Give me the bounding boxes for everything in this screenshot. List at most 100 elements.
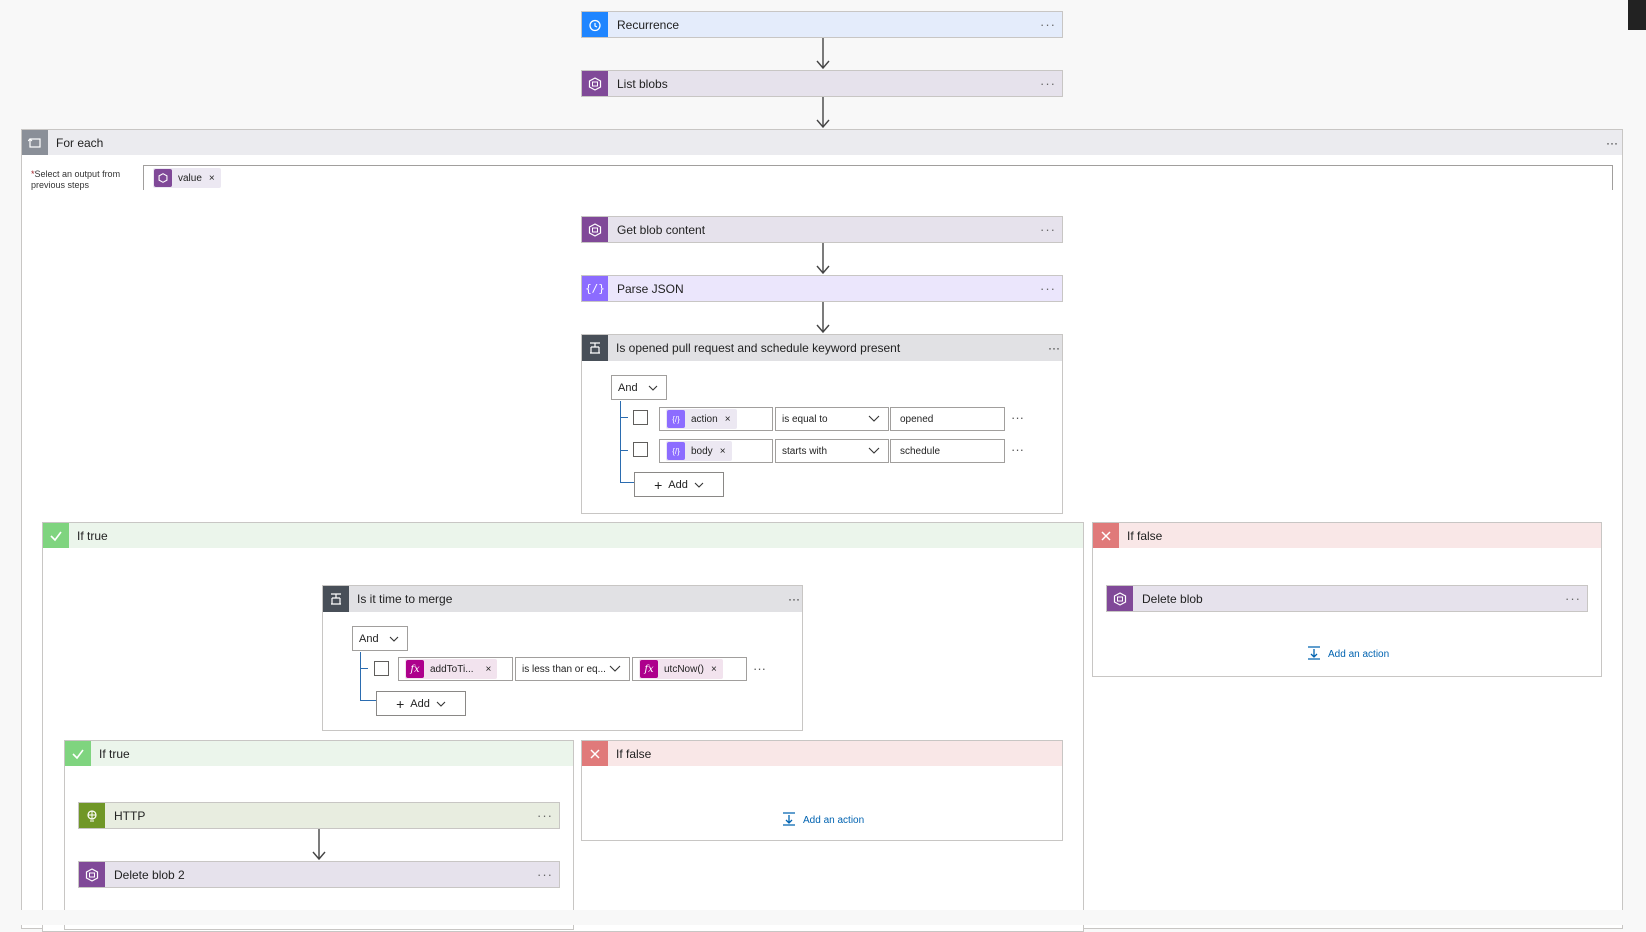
tree-branch <box>360 668 368 669</box>
chevron-down-icon <box>868 414 880 425</box>
utcnow-token[interactable]: fx utcNow() × <box>639 659 723 679</box>
step-title: HTTP <box>114 808 146 823</box>
more-options-icon[interactable]: ··· <box>788 592 800 606</box>
condition-header[interactable]: Is it time to merge ··· <box>323 586 802 612</box>
http-card[interactable]: HTTP ··· <box>78 802 560 829</box>
list-blobs-card[interactable]: List blobs ··· <box>581 70 1063 97</box>
foreach-header[interactable]: For each ··· <box>22 130 1622 155</box>
delete-blob-card[interactable]: Delete blob ··· <box>1106 585 1588 612</box>
condition-header[interactable]: Is opened pull request and schedule keyw… <box>582 335 1062 361</box>
step-title: Parse JSON <box>617 281 684 296</box>
add-action-icon <box>781 811 797 830</box>
add-row-button[interactable]: + Add <box>634 472 724 497</box>
remove-token-icon[interactable]: × <box>711 664 717 675</box>
condition-left-operand[interactable]: {/} action × <box>659 407 773 431</box>
if-false-header[interactable]: If false <box>1093 523 1601 548</box>
get-blob-content-card[interactable]: Get blob content ··· <box>581 216 1063 243</box>
branch-label: If false <box>616 746 652 761</box>
value-token[interactable]: value × <box>153 168 221 188</box>
add-action-link[interactable]: Add an action <box>781 811 864 830</box>
if-true-header[interactable]: If true <box>43 523 1083 548</box>
parse-json-card[interactable]: {/} Parse JSON ··· <box>581 275 1063 302</box>
body-token[interactable]: {/} body × <box>666 441 732 461</box>
condition-right-value[interactable]: schedule <box>890 439 1005 463</box>
tree-branch <box>360 700 376 701</box>
row-checkbox[interactable] <box>374 661 389 676</box>
braces-icon: {/} <box>667 442 685 460</box>
delete-blob-2-card[interactable]: Delete blob 2 ··· <box>78 861 560 888</box>
addtotime-token[interactable]: fx addToTi... × <box>405 659 498 679</box>
more-options-icon[interactable]: ··· <box>1034 222 1062 237</box>
add-action-link[interactable]: Add an action <box>1306 645 1389 664</box>
chevron-down-icon <box>609 664 621 675</box>
remove-token-icon[interactable]: × <box>725 414 731 425</box>
more-options-icon[interactable]: ··· <box>531 867 559 882</box>
condition-title: Is opened pull request and schedule keyw… <box>616 341 901 355</box>
token-label: addToTi... <box>430 663 474 675</box>
chevron-down-icon <box>868 446 880 457</box>
chevron-down-icon <box>436 698 446 710</box>
row-more-icon[interactable]: ··· <box>753 661 766 676</box>
braces-icon: {/} <box>667 410 685 428</box>
condition-icon <box>582 335 608 361</box>
condition-left-operand[interactable]: fx addToTi... × <box>398 657 513 681</box>
group-operator-dropdown[interactable]: And <box>611 375 667 400</box>
chevron-down-icon <box>648 382 658 394</box>
connector-arrow <box>816 302 830 334</box>
remove-token-icon[interactable]: × <box>209 173 215 184</box>
braces-icon: {/} <box>582 276 608 301</box>
chevron-down-icon <box>694 479 704 491</box>
fx-icon: fx <box>406 660 424 678</box>
row-more-icon[interactable]: ··· <box>1011 410 1024 425</box>
connector-arrow <box>312 829 326 861</box>
operator-value: is equal to <box>782 413 828 425</box>
more-options-icon[interactable]: ··· <box>1606 136 1618 150</box>
token-label: utcNow() <box>664 663 705 675</box>
cross-icon <box>1093 523 1119 548</box>
more-options-icon[interactable]: ··· <box>1034 17 1062 32</box>
condition-right-operand[interactable]: fx utcNow() × <box>632 657 747 681</box>
step-title: Delete blob 2 <box>114 867 185 882</box>
corner-widget[interactable] <box>1628 0 1646 30</box>
blob-storage-icon <box>582 71 608 96</box>
condition-right-value[interactable]: opened <box>890 407 1005 431</box>
tree-branch <box>620 482 634 483</box>
row-more-icon[interactable]: ··· <box>1011 442 1024 457</box>
value-text: schedule <box>900 445 941 457</box>
remove-token-icon[interactable]: × <box>720 446 726 457</box>
group-operator-dropdown[interactable]: And <box>352 626 408 651</box>
row-checkbox[interactable] <box>633 410 648 425</box>
row-checkbox[interactable] <box>633 442 648 457</box>
token-label: body <box>691 445 713 457</box>
step-title: Delete blob <box>1142 591 1203 606</box>
operator-dropdown[interactable]: is less than or eq... <box>515 657 630 681</box>
condition-left-operand[interactable]: {/} body × <box>659 439 773 463</box>
connector-arrow <box>816 38 830 70</box>
add-row-button[interactable]: + Add <box>376 691 466 716</box>
if-true-header[interactable]: If true <box>65 741 573 766</box>
branch-label: If true <box>99 746 130 761</box>
operator-dropdown[interactable]: starts with <box>775 439 889 463</box>
more-options-icon[interactable]: ··· <box>531 808 559 823</box>
more-options-icon[interactable]: ··· <box>1034 76 1062 91</box>
select-output-field[interactable]: value × <box>143 165 1613 190</box>
more-options-icon[interactable]: ··· <box>1048 341 1060 355</box>
tree-branch <box>620 417 628 418</box>
step-title: Recurrence <box>617 17 680 32</box>
more-options-icon[interactable]: ··· <box>1034 281 1062 296</box>
blob-storage-icon <box>1107 586 1133 611</box>
condition-title: Is it time to merge <box>357 592 453 606</box>
operator-dropdown[interactable]: is equal to <box>775 407 889 431</box>
alarm-clock-icon <box>582 12 608 37</box>
fx-icon: fx <box>640 660 658 678</box>
condition-tree-line <box>620 401 621 483</box>
condition-tree-line <box>360 652 361 701</box>
action-token[interactable]: {/} action × <box>666 409 737 429</box>
recurrence-card[interactable]: Recurrence ··· <box>581 11 1063 38</box>
add-label: Add <box>410 697 430 710</box>
connector-arrow <box>816 243 830 275</box>
group-operator-value: And <box>618 381 638 394</box>
if-false-header[interactable]: If false <box>582 741 1062 766</box>
more-options-icon[interactable]: ··· <box>1559 591 1587 606</box>
remove-token-icon[interactable]: × <box>486 664 492 675</box>
